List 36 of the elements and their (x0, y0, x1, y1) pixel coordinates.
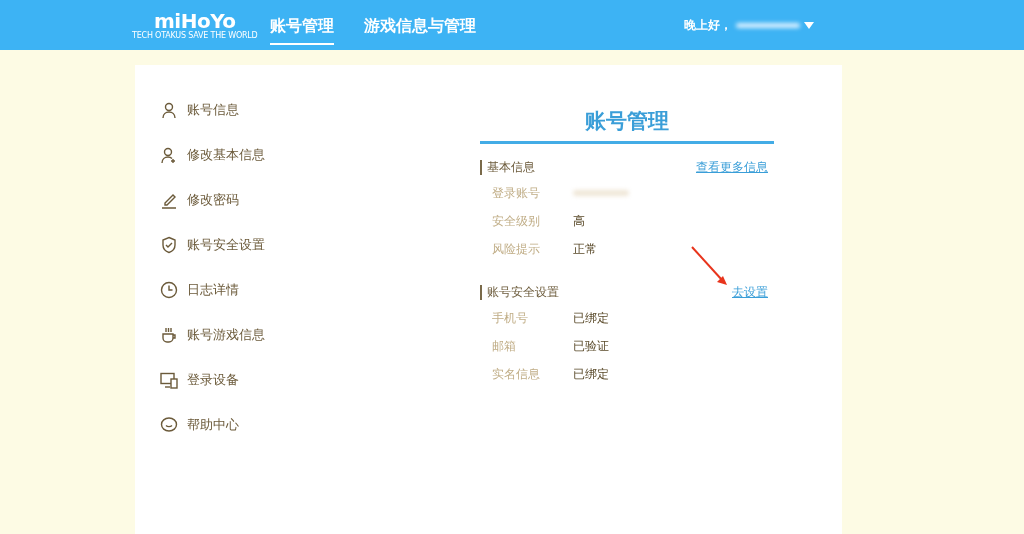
shield-check-icon (160, 236, 178, 254)
user-plus-icon (160, 146, 178, 164)
field-label: 安全级别 (492, 213, 541, 229)
chat-icon (160, 416, 178, 434)
field-label: 实名信息 (492, 366, 541, 382)
annotation-arrow (690, 245, 730, 287)
page-title: 账号管理 (480, 107, 774, 144)
sidebar-item[interactable]: 修改基本信息 (160, 142, 460, 168)
sidebar-item[interactable]: 账号安全设置 (160, 232, 460, 258)
field-value: 正常 (573, 241, 597, 257)
sidebar-item[interactable]: 修改密码 (160, 187, 460, 213)
sidebar-item[interactable]: 账号信息 (160, 97, 460, 123)
field-label: 邮箱 (492, 338, 517, 354)
field-value: 已绑定 (573, 366, 609, 382)
sidebar-item[interactable]: 登录设备 (160, 367, 460, 393)
sidebar-item[interactable]: 账号游戏信息 (160, 322, 460, 348)
field-value: 高 (573, 213, 585, 229)
field-value: 已验证 (573, 338, 609, 354)
field-label: 手机号 (492, 310, 529, 326)
greeting-text: 晚上好， (684, 16, 732, 34)
redacted-text (573, 190, 629, 196)
sidebar-item[interactable]: 帮助中心 (160, 412, 460, 438)
devices-icon (160, 371, 178, 389)
clock-icon (160, 281, 178, 299)
section-title: 基本信息 (486, 160, 535, 175)
logo-tagline: TECH OTAKUS SAVE THE WORLD (132, 30, 258, 40)
logo-text: miHoYo (154, 10, 236, 31)
section-title: 账号安全设置 (486, 285, 559, 300)
cup-icon (160, 326, 178, 344)
field-value: 已绑定 (573, 310, 609, 326)
caret-icon[interactable] (804, 21, 814, 29)
user-icon (160, 101, 178, 119)
sidebar-item[interactable]: 日志详情 (160, 277, 460, 303)
redacted-text (736, 22, 800, 28)
field-label: 风险提示 (492, 241, 541, 257)
field-label: 登录账号 (492, 185, 541, 201)
